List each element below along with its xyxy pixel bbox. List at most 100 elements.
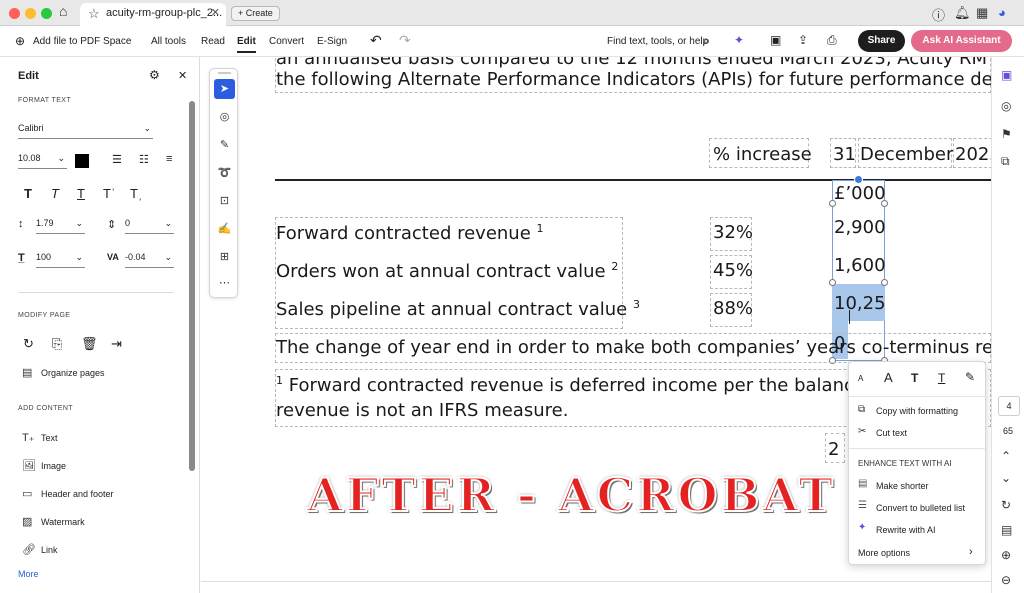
doc-line[interactable]: the following Alternate Performance Indi… bbox=[276, 69, 991, 90]
drag-handle[interactable] bbox=[218, 72, 231, 74]
font-color-swatch[interactable] bbox=[75, 154, 89, 168]
edit-tab[interactable]: Edit bbox=[237, 36, 256, 53]
more-tools-icon[interactable]: ⋯ bbox=[214, 273, 235, 293]
increase-font-icon[interactable]: A bbox=[884, 370, 893, 385]
add-to-pdf-space-button[interactable]: Add file to PDF Space bbox=[33, 36, 131, 47]
bulleted-list-icon[interactable]: ☰ bbox=[112, 153, 122, 166]
star-icon[interactable]: ☆ bbox=[88, 3, 100, 24]
help-icon[interactable]: ⓘ bbox=[932, 5, 945, 24]
resize-handle[interactable] bbox=[829, 279, 836, 286]
convert-tab[interactable]: Convert bbox=[269, 36, 304, 47]
rewrite-with-ai-item[interactable]: Rewrite with AI bbox=[876, 525, 936, 535]
row-label[interactable]: Sales pipeline at annual contract value … bbox=[276, 298, 640, 320]
zoom-in-icon[interactable]: ⊕ bbox=[1001, 548, 1011, 562]
add-text-item[interactable]: Text bbox=[41, 433, 58, 443]
home-icon[interactable]: ⌂ bbox=[59, 3, 67, 19]
select-arrow-icon[interactable]: ➤ bbox=[214, 79, 235, 99]
column-header-day[interactable]: 31 bbox=[833, 144, 856, 165]
comment-icon[interactable]: ◎ bbox=[1001, 99, 1011, 113]
convert-to-bulleted-list-item[interactable]: Convert to bulleted list bbox=[876, 503, 965, 513]
organize-pages-link[interactable]: Organize pages bbox=[41, 368, 105, 378]
trash-icon[interactable]: 🗑︎ bbox=[81, 336, 98, 352]
make-shorter-item[interactable]: Make shorter bbox=[876, 481, 929, 491]
upload-icon[interactable]: ⇪ bbox=[798, 33, 808, 47]
snapshot-icon[interactable]: ⊞ bbox=[214, 247, 235, 267]
page-number-input[interactable]: 4 bbox=[998, 396, 1020, 416]
column-header-unit[interactable]: £’000 bbox=[834, 183, 886, 204]
find-text-field[interactable]: Find text, tools, or help bbox=[607, 36, 708, 47]
search-icon[interactable]: ⌕ bbox=[703, 33, 710, 49]
refresh-icon[interactable]: ↻ bbox=[1001, 498, 1011, 512]
undo-icon[interactable]: ↶ bbox=[370, 32, 382, 49]
close-tab-icon[interactable]: ✕ bbox=[211, 3, 220, 24]
zoom-out-icon[interactable]: ⊖ bbox=[1001, 573, 1011, 587]
header-footer-item[interactable]: Header and footer bbox=[41, 489, 114, 499]
bookmark-icon[interactable]: ⚑ bbox=[1001, 127, 1012, 141]
insert-page-icon[interactable]: ⎘ bbox=[52, 336, 62, 352]
font-family-select[interactable]: Calibri ⌄ bbox=[18, 123, 153, 139]
decrease-font-icon[interactable]: A bbox=[858, 374, 863, 383]
more-link[interactable]: More bbox=[18, 569, 39, 579]
footnote-line[interactable]: revenue is not an IFRS measure. bbox=[276, 400, 568, 421]
add-image-item[interactable]: Image bbox=[41, 461, 66, 471]
horizontal-scale-select[interactable]: 100 ⌄ bbox=[36, 252, 85, 268]
close-panel-icon[interactable]: ✕ bbox=[178, 69, 187, 82]
character-spacing-select[interactable]: -0.04 ⌄ bbox=[125, 252, 174, 268]
ai-tools-icon[interactable]: ✦ bbox=[734, 33, 744, 47]
column-header-year[interactable]: 2023 bbox=[955, 144, 991, 165]
bold-icon[interactable]: T bbox=[911, 371, 918, 385]
row-label[interactable]: Forward contracted revenue 1 bbox=[276, 222, 544, 244]
column-header-percent[interactable]: % increase bbox=[713, 144, 812, 165]
font-size-select[interactable]: 10.08 ⌄ bbox=[18, 153, 67, 169]
pen-icon[interactable]: ✎ bbox=[214, 135, 235, 155]
chevron-up-icon[interactable]: ⌃ bbox=[1001, 449, 1011, 463]
cut-text-item[interactable]: Cut text bbox=[876, 428, 907, 438]
doc-line[interactable]: an annualised basis compared to the 12 m… bbox=[276, 57, 991, 69]
row-value[interactable]: 2,900 bbox=[834, 217, 886, 238]
highlight-pen-icon[interactable]: ✎ bbox=[965, 370, 975, 384]
resize-handle[interactable] bbox=[881, 279, 888, 286]
row-value[interactable]: 1,600 bbox=[834, 255, 886, 276]
link-item[interactable]: Link bbox=[41, 545, 58, 555]
all-tools-tab[interactable]: All tools bbox=[151, 36, 186, 47]
comment-icon[interactable]: ◎ bbox=[214, 107, 235, 127]
line-spacing-select[interactable]: 1.79 ⌄ bbox=[36, 218, 85, 234]
signature-icon[interactable]: ✍ bbox=[214, 219, 235, 239]
new-tab-button[interactable]: + Create bbox=[231, 6, 280, 21]
profile-icon[interactable]: ◕ bbox=[998, 5, 1006, 20]
read-tab[interactable]: Read bbox=[201, 36, 225, 47]
rotate-icon[interactable]: ↻ bbox=[23, 336, 34, 352]
maximize-window-icon[interactable] bbox=[41, 8, 52, 19]
bold-icon[interactable]: T bbox=[24, 186, 32, 201]
pages-icon[interactable]: ⧉ bbox=[1001, 154, 1010, 169]
page-number[interactable]: 2 bbox=[828, 439, 839, 460]
minimize-window-icon[interactable] bbox=[25, 8, 36, 19]
copy-with-formatting-item[interactable]: Copy with formatting bbox=[876, 406, 958, 416]
underline-icon[interactable]: T bbox=[938, 371, 945, 385]
row-value[interactable]: 10,25 bbox=[834, 293, 886, 314]
document-icon[interactable]: ▤ bbox=[1001, 523, 1012, 537]
print-icon[interactable]: ⎙ bbox=[827, 33, 837, 48]
esign-tab[interactable]: E-Sign bbox=[317, 36, 347, 47]
gear-icon[interactable]: ⚙ bbox=[149, 68, 160, 82]
align-icon[interactable]: ≡ bbox=[166, 153, 172, 165]
text-select-icon[interactable]: ⊡ bbox=[214, 191, 235, 211]
subscript-icon[interactable]: Tˌ bbox=[130, 186, 142, 201]
share-button[interactable]: Share bbox=[858, 30, 905, 52]
row-percent[interactable]: 88% bbox=[713, 298, 753, 319]
column-header-month[interactable]: December bbox=[860, 144, 953, 165]
row-label[interactable]: Orders won at annual contract value 2 bbox=[276, 260, 618, 282]
redo-icon[interactable]: ↷ bbox=[399, 32, 411, 49]
save-icon[interactable]: ▣ bbox=[770, 33, 781, 47]
lasso-icon[interactable]: ➰ bbox=[214, 163, 235, 183]
chevron-down-icon[interactable]: ⌄ bbox=[1001, 471, 1011, 485]
extract-page-icon[interactable]: ⇥ bbox=[111, 336, 122, 352]
underline-icon[interactable]: T bbox=[77, 186, 85, 201]
italic-icon[interactable]: T bbox=[51, 186, 59, 201]
superscript-icon[interactable]: Tˈ bbox=[103, 186, 115, 201]
ask-ai-assistant-button[interactable]: Ask AI Assistant bbox=[911, 30, 1012, 52]
more-options-item[interactable]: More options bbox=[858, 548, 910, 558]
paragraph-spacing-select[interactable]: 0 ⌄ bbox=[125, 218, 174, 234]
watermark-item[interactable]: Watermark bbox=[41, 517, 85, 527]
row-percent[interactable]: 45% bbox=[713, 260, 753, 281]
